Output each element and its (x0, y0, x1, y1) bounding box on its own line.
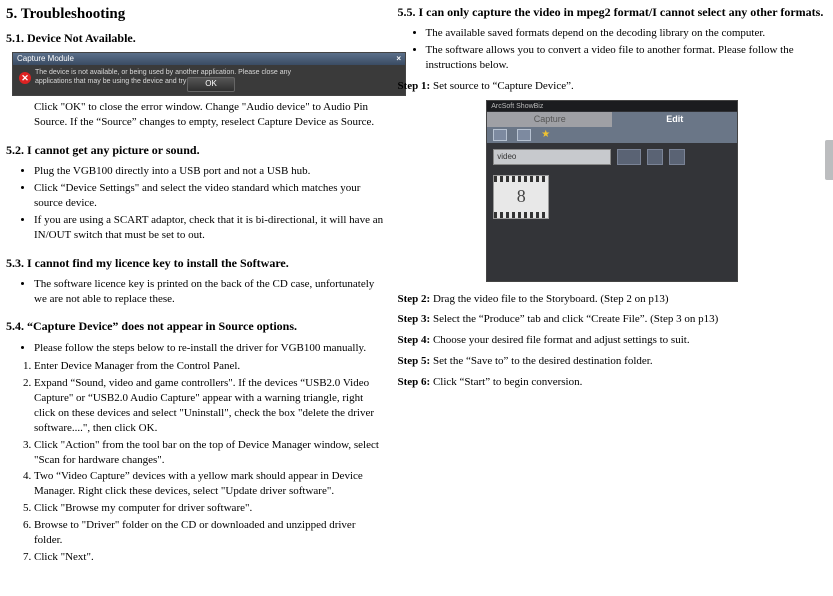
toolbar-square-1 (647, 149, 663, 165)
list-5-4-steps: Enter Device Manager from the Control Pa… (34, 359, 386, 564)
clip-number: 8 (494, 176, 548, 218)
open-button (617, 149, 641, 165)
heading-5-4: 5.4. “Capture Device” does not appear in… (6, 318, 386, 334)
clip-thumbnail: 8 (493, 175, 549, 219)
list-item: If you are using a SCART adaptor, check … (34, 213, 386, 243)
list-5-3: The software licence key is printed on t… (34, 277, 386, 307)
heading-5-5: 5.5. I can only capture the video in mpe… (398, 4, 827, 20)
error-icon: ✕ (19, 72, 31, 84)
step-text: Select the “Produce” tab and click “Crea… (433, 313, 718, 325)
step-1: Step 1: Set source to “Capture Device”. (398, 79, 827, 94)
star-icon: ★ (541, 128, 550, 142)
ok-button: OK (187, 77, 235, 92)
list-item: Browse to "Driver" folder on the CD or d… (34, 518, 386, 548)
step-label: Step 2: (398, 293, 431, 305)
list-item: Click "Browse my computer for driver sof… (34, 501, 386, 516)
step-4: Step 4: Choose your desired file format … (398, 333, 827, 348)
list-item: Expand “Sound, video and game controller… (34, 376, 386, 435)
para-5-1: Click "OK" to close the error window. Ch… (34, 100, 386, 130)
step-label: Step 3: (398, 313, 431, 325)
step-text: Drag the video file to the Storyboard. (… (433, 293, 669, 305)
list-item: Please follow the steps below to re-inst… (34, 341, 386, 356)
list-5-4-intro: Please follow the steps below to re-inst… (34, 341, 386, 356)
step-text: Set the “Save to” to the desired destina… (433, 355, 653, 367)
app-tabs: CaptureEdit (487, 112, 737, 127)
tab-edit: Edit (612, 112, 737, 127)
step-6: Step 6: Click “Start” to begin conversio… (398, 375, 827, 390)
step-text: Click “Start” to begin conversion. (433, 376, 582, 388)
list-item: Two “Video Capture” devices with a yello… (34, 469, 386, 499)
tab-capture: Capture (487, 112, 612, 127)
chapter-title: 5. Troubleshooting (6, 4, 386, 24)
list-item: Click "Action" from the tool bar on the … (34, 438, 386, 468)
step-text: Choose your desired file format and adju… (433, 334, 690, 346)
heading-5-2: 5.2. I cannot get any picture or sound. (6, 142, 386, 158)
screenshot-app-window: ArcSoft ShowBiz CaptureEdit ★ video 8 (486, 100, 738, 282)
dialog-message-text: The device is not available, or being us… (35, 69, 325, 86)
app-toolbar: ★ (487, 127, 737, 143)
step-label: Step 1: (398, 80, 431, 92)
dialog-message: ✕ The device is not available, or being … (19, 69, 325, 86)
step-5: Step 5: Set the “Save to” to the desired… (398, 354, 827, 369)
step-text: Set source to “Capture Device”. (433, 80, 574, 92)
list-item: The software licence key is printed on t… (34, 277, 386, 307)
rect-icon (517, 129, 531, 141)
step-label: Step 5: (398, 355, 431, 367)
list-5-5: The available saved formats depend on th… (426, 26, 827, 73)
list-item: The software allows you to convert a vid… (426, 43, 827, 73)
source-row: video (493, 149, 731, 165)
step-label: Step 4: (398, 334, 431, 346)
list-item: The available saved formats depend on th… (426, 26, 827, 41)
toolbar-square-2 (669, 149, 685, 165)
list-item: Click “Device Settings" and select the v… (34, 181, 386, 211)
step-label: Step 6: (398, 376, 431, 388)
screenshot-error-dialog: Capture Module × ✕ The device is not ava… (12, 52, 406, 96)
list-item: Enter Device Manager from the Control Pa… (34, 359, 386, 374)
dialog-title: Capture Module (17, 54, 74, 64)
step-2: Step 2: Drag the video file to the Story… (398, 292, 827, 307)
app-body: video 8 (487, 143, 737, 281)
dialog-titlebar: Capture Module × (13, 53, 405, 65)
source-select: video (493, 149, 611, 165)
list-5-2: Plug the VGB100 directly into a USB port… (34, 164, 386, 242)
heading-5-1: 5.1. Device Not Available. (6, 30, 386, 46)
folder-icon (493, 129, 507, 141)
list-item: Plug the VGB100 directly into a USB port… (34, 164, 386, 179)
heading-5-3: 5.3. I cannot find my licence key to ins… (6, 255, 386, 271)
list-item: Click "Next". (34, 550, 386, 565)
app-titlebar: ArcSoft ShowBiz (487, 101, 737, 111)
step-3: Step 3: Select the “Produce” tab and cli… (398, 312, 827, 327)
page-edge-handle (825, 140, 833, 180)
